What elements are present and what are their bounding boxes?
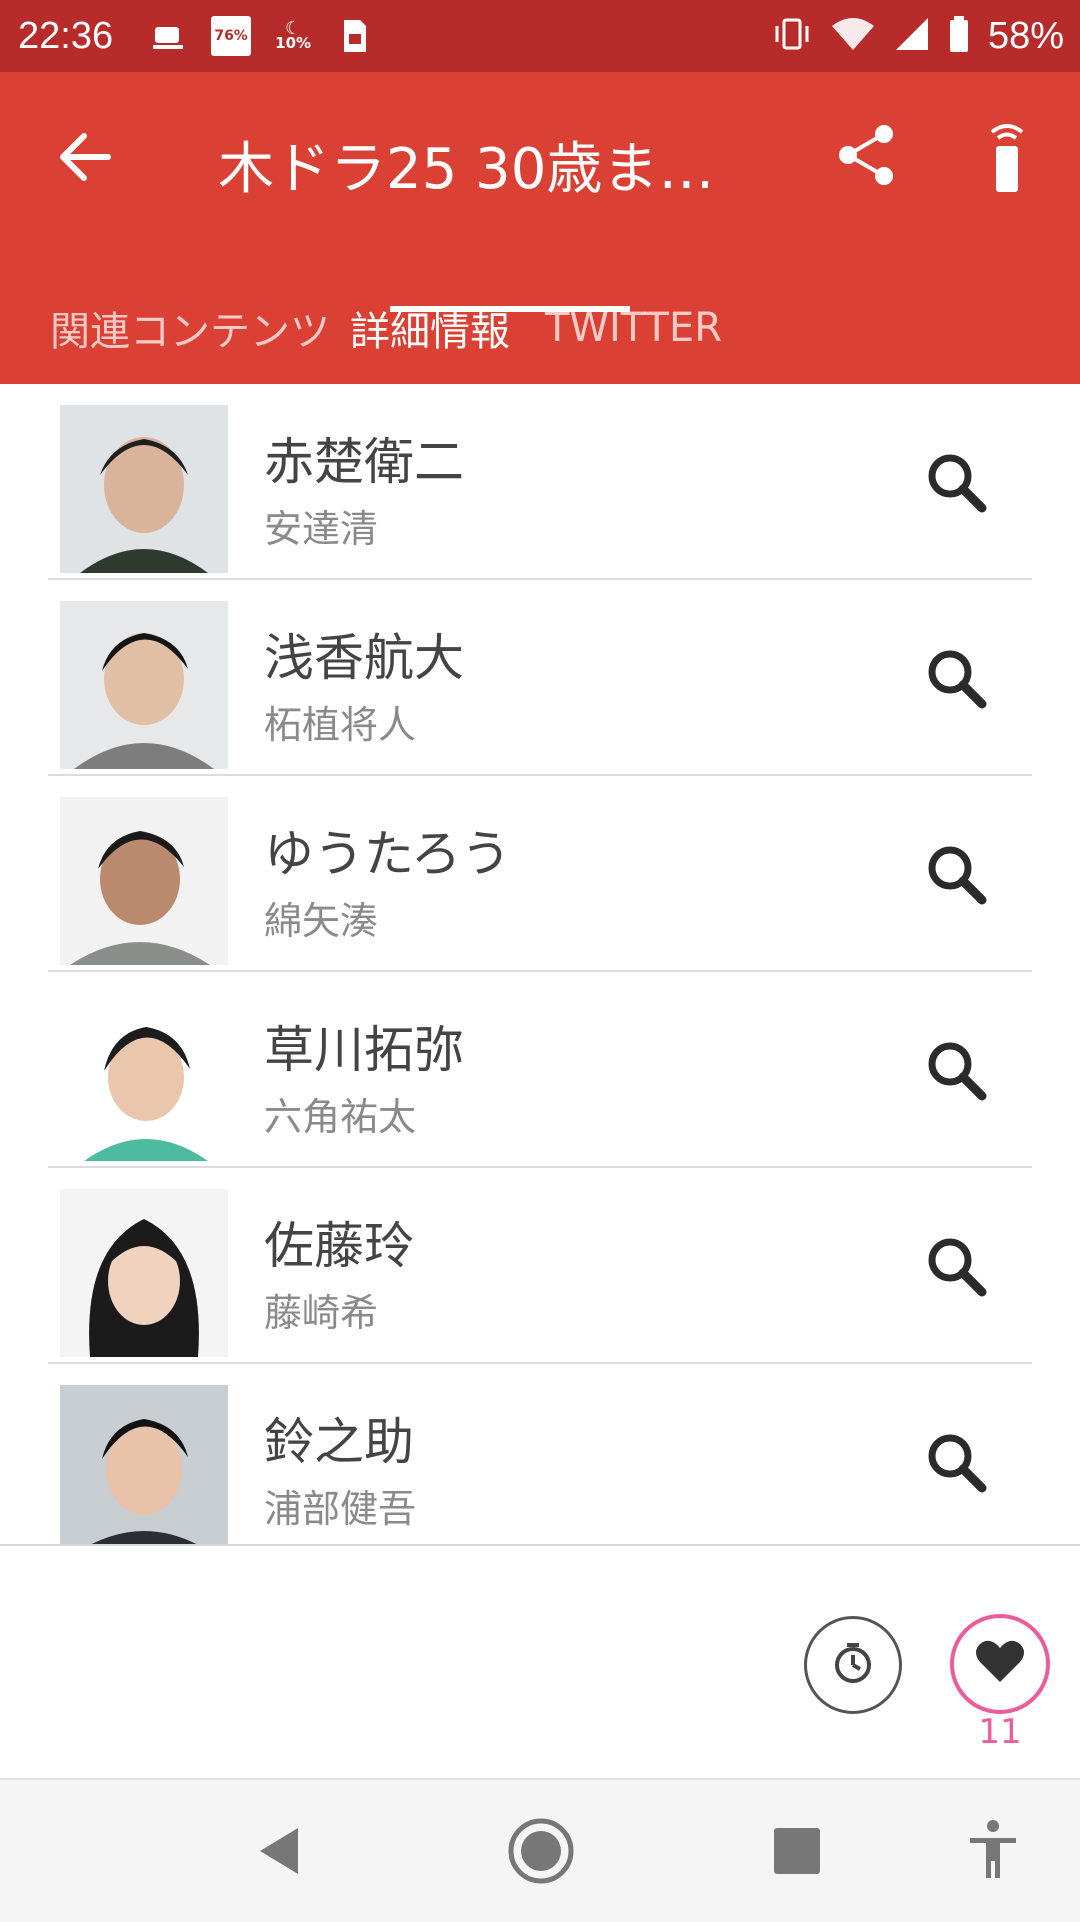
actor-name: 藤崎希	[264, 1291, 379, 1335]
actor-name: 安達清	[264, 507, 379, 551]
list-item[interactable]: 草川拓弥 六角祐太	[48, 972, 1032, 1166]
nav-back-button[interactable]	[248, 1816, 318, 1886]
search-button[interactable]	[918, 1032, 998, 1112]
accessibility-icon	[970, 1820, 1016, 1878]
avatar	[60, 993, 228, 1161]
battery-percent: 58%	[987, 14, 1064, 57]
vibrate-icon	[772, 16, 812, 56]
search-button[interactable]	[918, 836, 998, 916]
wifi-icon	[830, 16, 876, 56]
actor-name: 綿矢湊	[264, 899, 379, 943]
notification-icons: 76% ☾ 10%	[149, 16, 375, 56]
list-item[interactable]: ゆうたろう 綿矢湊	[48, 776, 1032, 970]
search-icon	[928, 1238, 987, 1297]
character-name: 草川拓弥	[264, 1021, 464, 1079]
moon-10-text: 10%	[275, 34, 312, 52]
character-name: 鈴之助	[264, 1413, 414, 1471]
bottom-action-panel: 11	[0, 1544, 1080, 1780]
character-name: 赤楚衛二	[264, 433, 464, 491]
cup-icon	[149, 16, 189, 56]
actor-name: 柘植将人	[264, 703, 417, 747]
tab-bar: 関連コンテンツ 詳細情報 TWITTER	[0, 272, 1080, 384]
search-icon	[928, 1042, 987, 1101]
tab-related-content[interactable]: 関連コンテンツ	[50, 272, 330, 384]
favorite-count: 11	[978, 1712, 1022, 1752]
timer-icon	[835, 1643, 871, 1683]
timer-button[interactable]	[804, 1616, 902, 1714]
character-name: 浅香航大	[264, 629, 464, 687]
avatar	[60, 405, 228, 573]
home-circle-icon	[508, 1818, 574, 1884]
cast-list[interactable]: 赤楚衛二 安達清 浅香航大 柘植将人 ゆうたろう 綿矢湊 草川拓弥 六角祐太 佐…	[0, 384, 1080, 1544]
list-item[interactable]: 赤楚衛二 安達清	[48, 384, 1032, 578]
remote-control-button[interactable]	[972, 118, 1042, 194]
square-recents-icon	[774, 1828, 820, 1874]
search-button[interactable]	[918, 1424, 998, 1504]
battery-icon	[948, 15, 970, 57]
search-icon	[928, 1434, 987, 1493]
76-badge-icon: 76%	[211, 16, 252, 56]
back-button[interactable]	[50, 122, 120, 192]
search-button[interactable]	[918, 640, 998, 720]
system-status-icons: 58%	[772, 15, 1064, 58]
active-tab-indicator	[390, 306, 630, 312]
sim-icon	[335, 16, 375, 56]
character-name: 佐藤玲	[264, 1217, 414, 1275]
signal-icon	[894, 16, 930, 56]
nav-accessibility-button[interactable]	[958, 1816, 1028, 1886]
share-button[interactable]	[832, 120, 902, 190]
nav-home-button[interactable]	[506, 1816, 576, 1886]
tab-details[interactable]: 詳細情報	[350, 272, 510, 384]
app-bar: 木ドラ25 30歳ま… 関連コンテンツ 詳細情報 TWITTER	[0, 72, 1080, 384]
actor-name: 六角祐太	[264, 1095, 417, 1139]
moon-10-icon: ☾ 10%	[275, 18, 312, 52]
avatar	[60, 1189, 228, 1357]
status-time: 22:36	[18, 14, 114, 57]
avatar	[60, 797, 228, 965]
share-icon	[839, 125, 893, 185]
tab-twitter[interactable]: TWITTER	[545, 272, 722, 384]
nav-recents-button[interactable]	[762, 1816, 832, 1886]
heart-icon	[976, 1640, 1024, 1682]
list-item[interactable]: 鈴之助 浦部健吾	[48, 1364, 1032, 1544]
system-navigation-bar	[0, 1778, 1080, 1922]
triangle-back-icon	[260, 1828, 298, 1874]
actor-name: 浦部健吾	[264, 1487, 417, 1531]
badge-76-text: 76%	[214, 28, 248, 44]
search-icon	[928, 650, 987, 709]
favorite-button[interactable]	[950, 1614, 1050, 1714]
search-button[interactable]	[918, 1228, 998, 1308]
search-button[interactable]	[918, 444, 998, 524]
status-bar: 22:36 76% ☾ 10% 58%	[0, 0, 1080, 72]
avatar	[60, 1385, 228, 1544]
avatar	[60, 601, 228, 769]
list-item[interactable]: 浅香航大 柘植将人	[48, 580, 1032, 774]
list-item[interactable]: 佐藤玲 藤崎希	[48, 1168, 1032, 1362]
page-title: 木ドラ25 30歳ま…	[218, 137, 715, 202]
remote-icon	[990, 124, 1024, 192]
search-icon	[928, 454, 987, 513]
arrow-left-icon	[60, 133, 111, 181]
character-name: ゆうたろう	[264, 825, 511, 883]
search-icon	[928, 846, 987, 905]
